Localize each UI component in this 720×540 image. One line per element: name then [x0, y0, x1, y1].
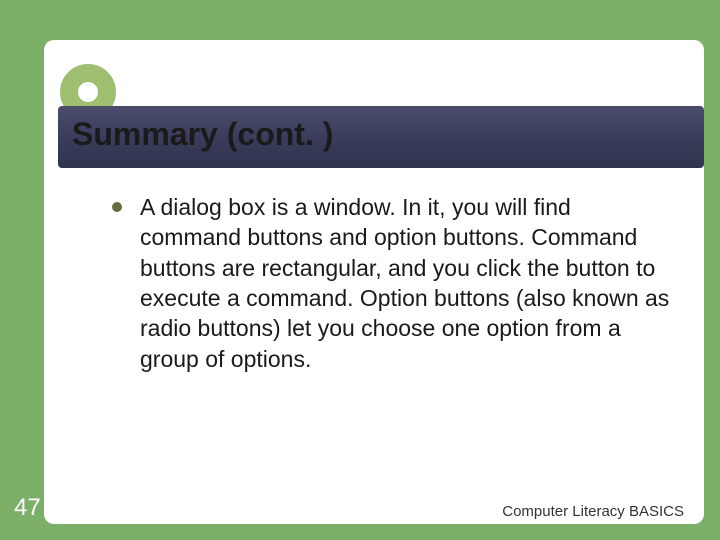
slide-title: Summary (cont. ) — [72, 116, 333, 153]
bullet-item: A dialog box is a window. In it, you wil… — [112, 192, 672, 374]
bullet-dot-icon — [112, 202, 122, 212]
footer-text: Computer Literacy BASICS — [502, 503, 684, 520]
page-number: 47 — [14, 494, 41, 522]
bullet-text: A dialog box is a window. In it, you wil… — [140, 192, 672, 374]
slide-body: A dialog box is a window. In it, you wil… — [112, 192, 672, 374]
